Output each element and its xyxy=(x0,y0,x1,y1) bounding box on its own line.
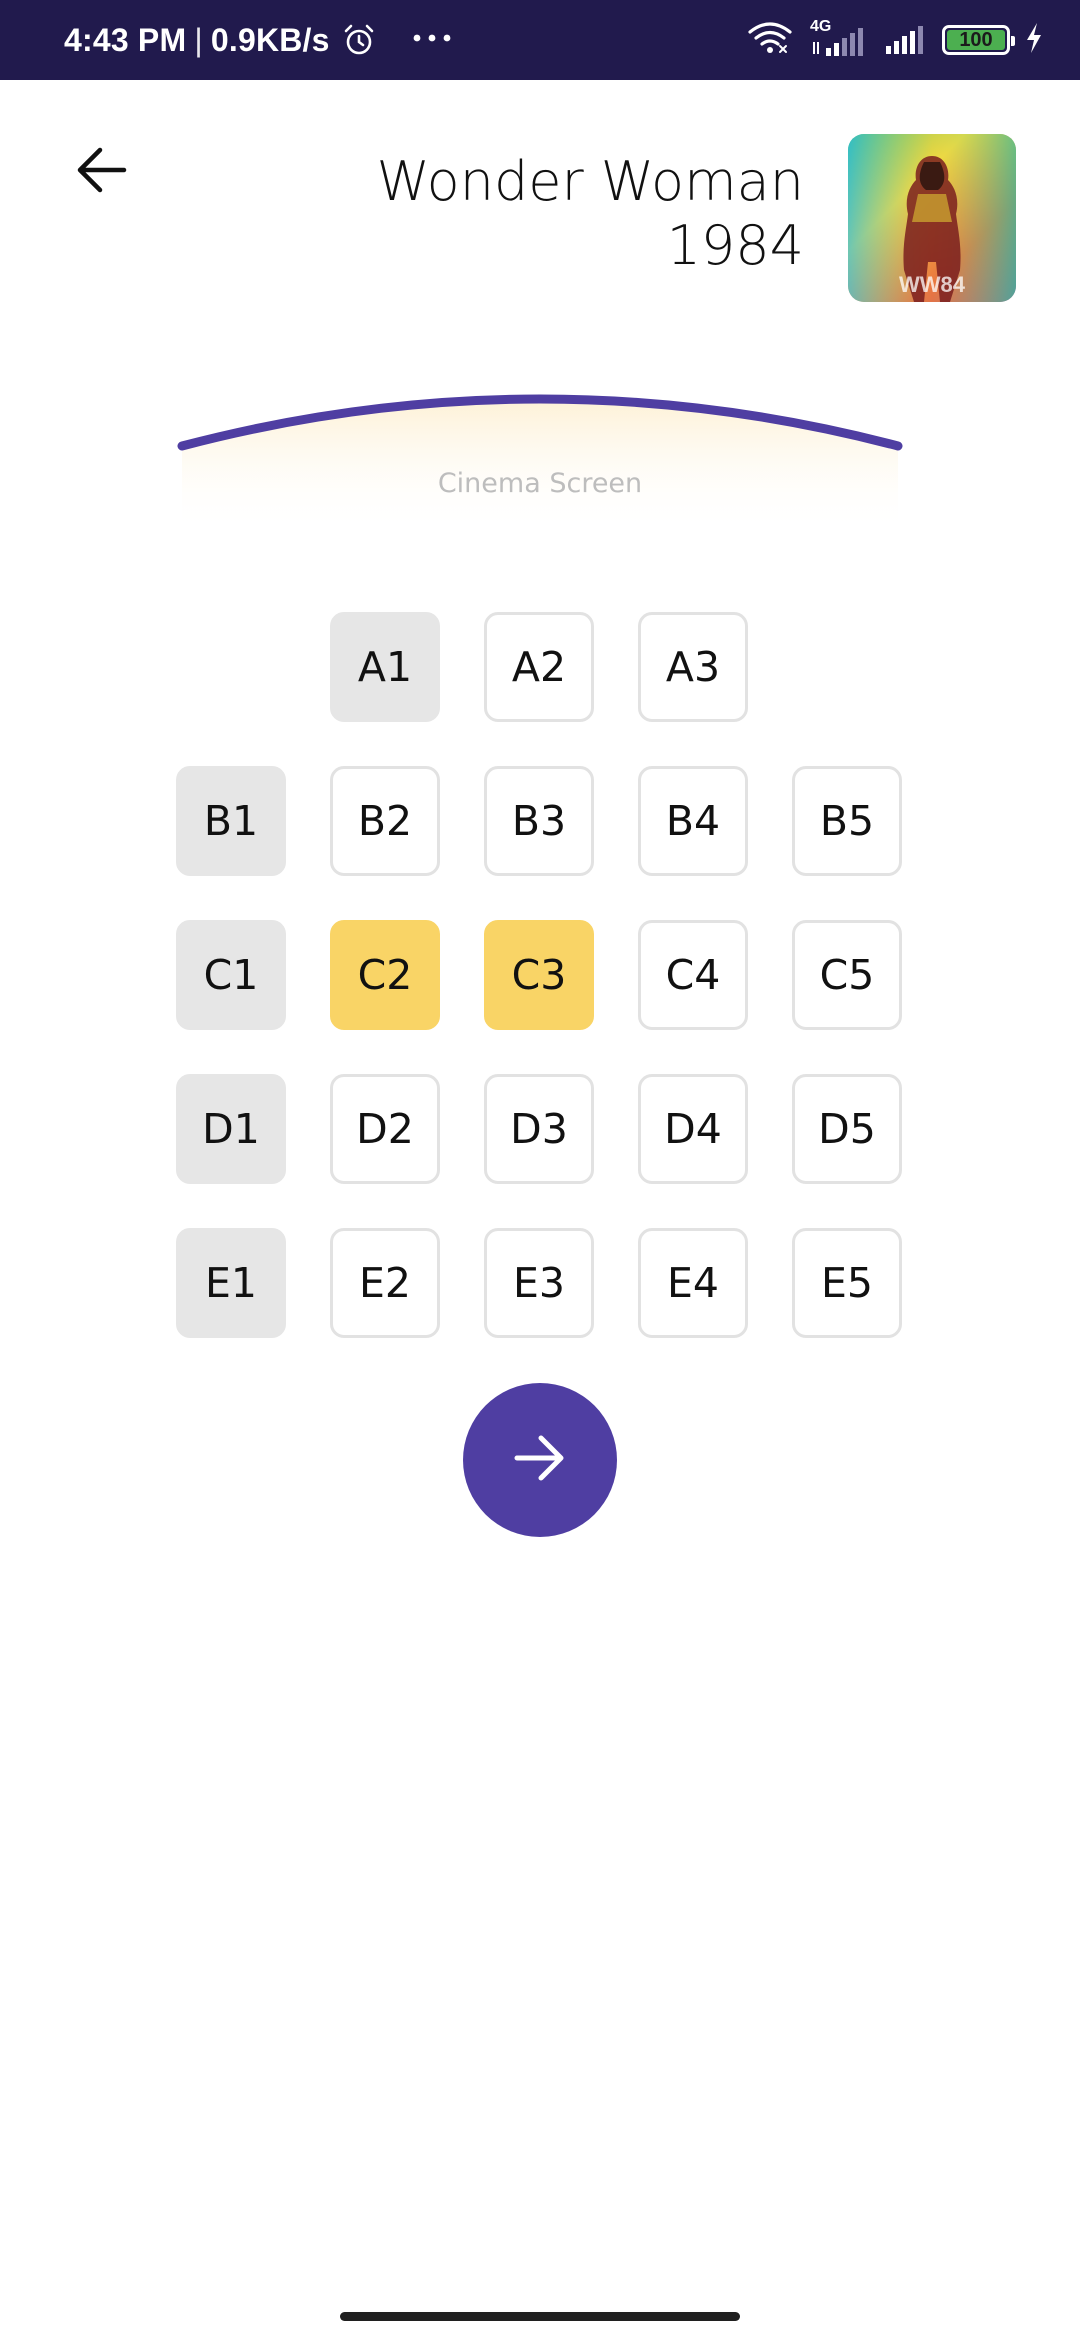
seat-b4[interactable]: B4 xyxy=(638,766,748,876)
seat-row-e: E1 E2 E3 E4 E5 xyxy=(176,1228,906,1338)
seat-c2[interactable]: C2 xyxy=(330,920,440,1030)
arrow-right-icon xyxy=(513,1433,567,1487)
seat-a1[interactable]: A1 xyxy=(330,612,440,722)
status-left: 4:43 PM | 0.9KB/s xyxy=(64,0,452,80)
arrow-left-icon xyxy=(76,146,128,198)
seat-b2[interactable]: B2 xyxy=(330,766,440,876)
wifi-icon xyxy=(746,20,794,60)
signal-icon: 4G xyxy=(808,18,870,58)
seat-row-a: A1 A2 A3 xyxy=(176,612,906,722)
seat-row-b: B1 B2 B3 B4 B5 xyxy=(176,766,906,876)
seat-c1[interactable]: C1 xyxy=(176,920,286,1030)
seat-grid: A1 A2 A3 B1 B2 B3 B4 B5 C1 C2 C3 C4 C5 D… xyxy=(176,612,906,1382)
movie-title-line2: 1984 xyxy=(666,214,804,277)
movie-poster: WW84 xyxy=(848,134,1016,302)
seat-b3[interactable]: B3 xyxy=(484,766,594,876)
seat-d4[interactable]: D4 xyxy=(638,1074,748,1184)
seat-c4[interactable]: C4 xyxy=(638,920,748,1030)
seat-d2[interactable]: D2 xyxy=(330,1074,440,1184)
seat-b1[interactable]: B1 xyxy=(176,766,286,876)
seat-d1[interactable]: D1 xyxy=(176,1074,286,1184)
status-bar: 4:43 PM | 0.9KB/s 4G 100 xyxy=(0,0,1080,80)
seat-d5[interactable]: D5 xyxy=(792,1074,902,1184)
seat-e1[interactable]: E1 xyxy=(176,1228,286,1338)
seat-row-c: C1 C2 C3 C4 C5 xyxy=(176,920,906,1030)
alarm-icon xyxy=(342,23,376,57)
home-indicator[interactable] xyxy=(340,2312,740,2321)
seat-c3[interactable]: C3 xyxy=(484,920,594,1030)
seat-e2[interactable]: E2 xyxy=(330,1228,440,1338)
status-separator: | xyxy=(194,21,203,58)
battery-level: 100 xyxy=(959,28,993,51)
seat-e4[interactable]: E4 xyxy=(638,1228,748,1338)
seat-e5[interactable]: E5 xyxy=(792,1228,902,1338)
more-icon xyxy=(412,16,452,50)
seat-d3[interactable]: D3 xyxy=(484,1074,594,1184)
seat-a2[interactable]: A2 xyxy=(484,612,594,722)
back-button[interactable] xyxy=(68,138,136,206)
charging-icon xyxy=(1024,22,1044,58)
seat-a3[interactable]: A3 xyxy=(638,612,748,722)
seat-row-d: D1 D2 D3 D4 D5 xyxy=(176,1074,906,1184)
status-time: 4:43 PM xyxy=(64,21,187,58)
movie-title-line1: Wonder Woman xyxy=(376,150,804,213)
seat-b5[interactable]: B5 xyxy=(792,766,902,876)
signal-icon xyxy=(884,20,928,60)
poster-logo-text: WW84 xyxy=(899,272,966,297)
status-right: 4G 100 xyxy=(746,0,1044,80)
movie-title: Wonder Woman 1984 xyxy=(244,150,804,278)
battery-icon: 100 xyxy=(942,25,1015,55)
cinema-screen: Cinema Screen xyxy=(170,372,910,532)
next-button[interactable] xyxy=(463,1383,617,1537)
cinema-screen-label: Cinema Screen xyxy=(437,468,643,499)
seat-c5[interactable]: C5 xyxy=(792,920,902,1030)
seat-e3[interactable]: E3 xyxy=(484,1228,594,1338)
status-net-speed: 0.9KB/s xyxy=(210,21,330,58)
